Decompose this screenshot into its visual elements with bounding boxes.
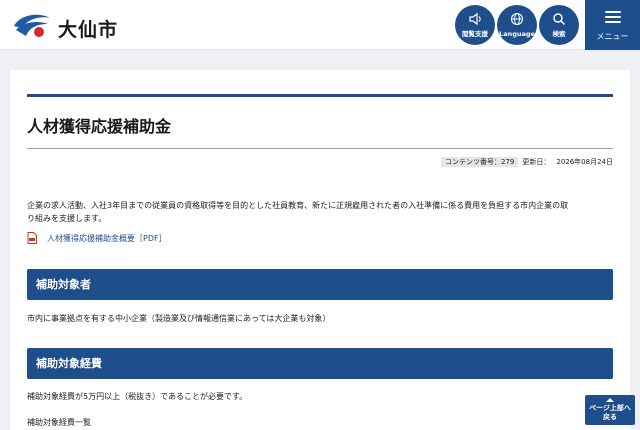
menu-label: メニュー bbox=[596, 32, 629, 41]
site-name[interactable]: 大仙市 bbox=[58, 15, 118, 42]
language-button[interactable]: Language bbox=[497, 5, 537, 45]
section-text-expenses: 補助対象経費が5万円以上（税抜き）であることが必要です。 bbox=[27, 392, 248, 401]
page-meta: コンテンツ番号：279 更新日： 2026年08月24日 bbox=[440, 157, 613, 167]
page-title: 人材獲得応援補助金 bbox=[27, 117, 172, 136]
title-top-rule bbox=[27, 94, 613, 97]
speaker-icon bbox=[469, 12, 481, 26]
menu-button[interactable]: メニュー bbox=[585, 0, 640, 50]
site-header: 大仙市 閲覧支援 Language 検索 メニュー bbox=[0, 0, 640, 50]
section-heading-expenses: 補助対象経費 bbox=[27, 348, 613, 379]
arrow-up-icon bbox=[606, 398, 614, 402]
back-to-top-label: ページ上部へ 戻る bbox=[585, 404, 635, 422]
reading-support-button[interactable]: 閲覧支援 bbox=[455, 5, 495, 45]
pdf-link-text: 人材獲得応援補助金概要［PDF］ bbox=[47, 234, 167, 243]
back-to-top-line-2: 戻る bbox=[603, 413, 617, 421]
globe-icon bbox=[510, 12, 524, 26]
intro-line-2: り組みを支援します。 bbox=[27, 214, 107, 223]
intro-text: 企業の求人活動、入社3年目までの従業員の資格取得等を目的とした社員教育、新たに正… bbox=[27, 199, 613, 225]
intro-line-1: 企業の求人活動、入社3年目までの従業員の資格取得等を目的とした社員教育、新たに正… bbox=[27, 201, 569, 210]
city-logo-emblem[interactable] bbox=[12, 12, 52, 40]
search-icon bbox=[553, 13, 566, 26]
back-to-top-line-1: ページ上部へ bbox=[589, 404, 631, 412]
updated-label: 更新日： bbox=[522, 158, 551, 166]
pdf-icon bbox=[27, 232, 37, 244]
main-content: 人材獲得応援補助金 コンテンツ番号：279 更新日： 2026年08月24日 企業の… bbox=[10, 70, 630, 430]
updated-date: 2026年08月24日 bbox=[556, 158, 613, 166]
expense-list-heading: 補助対象経費一覧 bbox=[27, 418, 91, 427]
search-label: 検索 bbox=[552, 30, 566, 38]
menu-icon bbox=[605, 11, 621, 23]
search-button[interactable]: 検索 bbox=[539, 5, 579, 45]
section-heading-eligible: 補助対象者 bbox=[27, 269, 613, 300]
back-to-top-button[interactable]: ページ上部へ 戻る bbox=[585, 395, 635, 425]
section-text-eligible: 市内に事業拠点を有する中小企業（製造業及び情報通信業にあっては大企業も対象） bbox=[27, 314, 331, 323]
content-number: コンテンツ番号：279 bbox=[440, 157, 519, 167]
title-divider bbox=[27, 148, 613, 149]
